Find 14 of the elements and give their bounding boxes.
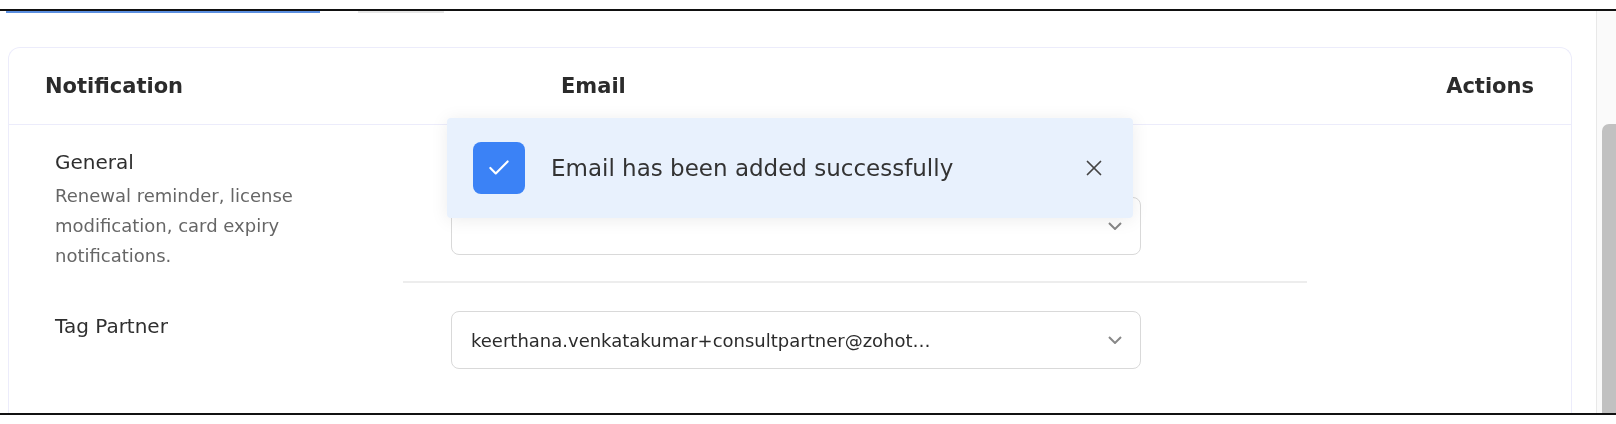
column-header: Actions [1446,74,1534,98]
chevron-down-icon [1108,222,1122,230]
check-icon [473,142,525,194]
chevron-down-icon [1108,336,1122,344]
column-header: Email [560,74,627,98]
tab-indicator[interactable] [6,11,320,13]
notification-name: Tag Partner [55,313,169,340]
toast-message: Email has been added successfully [551,155,955,181]
tab-indicator[interactable] [358,11,444,13]
column-header: Notification [45,74,185,98]
email-select[interactable]: keerthana.venkatakumar+consultpartner@zohot… [451,311,1141,369]
notification-description: Renewal reminder, license modification, card expiry notifications. [55,184,294,268]
notification-name: General [55,149,135,176]
scrollbar[interactable] [1596,11,1616,413]
